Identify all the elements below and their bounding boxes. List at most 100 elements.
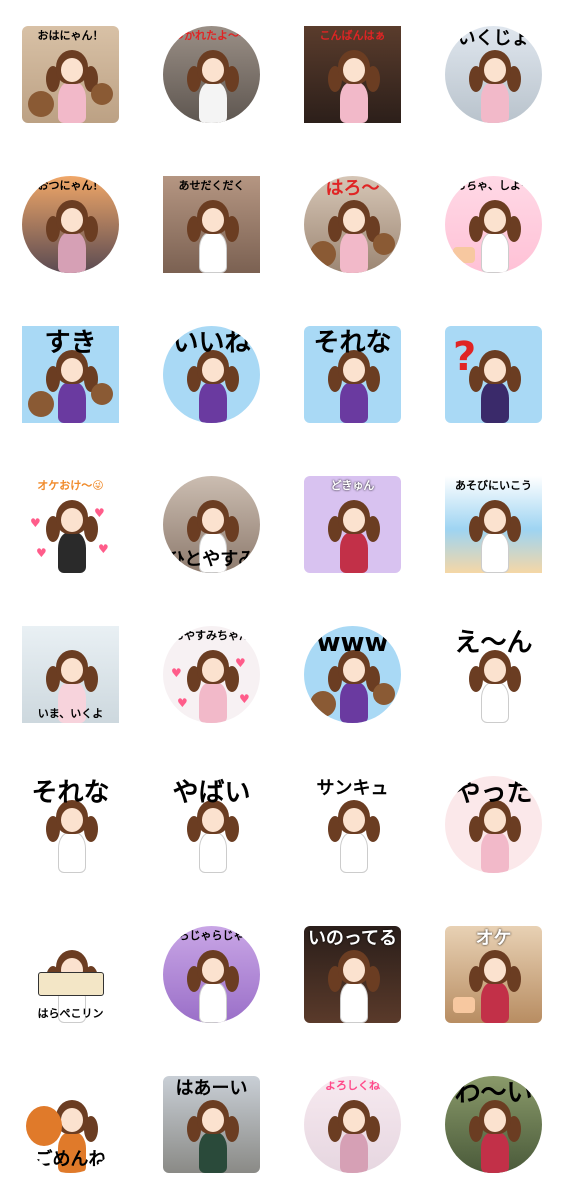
- cake-icon: [453, 247, 475, 263]
- cake-icon: [453, 997, 475, 1013]
- sticker-thumbnail[interactable]: やった: [445, 776, 542, 873]
- face: [61, 808, 83, 832]
- bear-icon: [28, 391, 54, 417]
- sticker-thumbnail[interactable]: それな: [304, 326, 401, 423]
- sticker-thumbnail[interactable]: ♥ ♥ ♥ ♥ おやすみちゃん: [163, 626, 260, 723]
- sticker-thumbnail[interactable]: あそびにいこう: [445, 476, 542, 573]
- girl-character: [46, 50, 98, 123]
- outfit: [58, 82, 86, 123]
- outfit: [199, 982, 227, 1023]
- face: [61, 508, 83, 532]
- girl-character: [187, 650, 239, 723]
- heart-icon: ♥: [94, 506, 105, 520]
- bear-icon: [91, 383, 113, 405]
- girl-character: [46, 350, 98, 423]
- sticker-thumbnail[interactable]: www: [304, 626, 401, 723]
- face: [61, 1108, 83, 1132]
- sticker-caption: やばい: [172, 778, 251, 808]
- girl-character: [187, 1100, 239, 1173]
- face: [202, 358, 224, 382]
- girl-character: [46, 500, 98, 573]
- outfit: [340, 982, 368, 1023]
- outfit: [340, 1132, 368, 1173]
- heart-icon: ♥: [30, 516, 41, 530]
- sticker-caption: やった: [454, 778, 533, 808]
- sticker-caption: www: [316, 628, 389, 658]
- sticker-caption: サンキュ: [316, 778, 389, 799]
- sticker-caption: おつにゃん！: [37, 179, 104, 192]
- sticker-thumbnail[interactable]: それな: [22, 776, 119, 873]
- girl-character: [328, 650, 380, 723]
- girl-character: [46, 200, 98, 273]
- outfit: [58, 232, 86, 273]
- sticker-thumbnail[interactable]: いま、いくよ: [22, 626, 119, 723]
- sticker-thumbnail[interactable]: らじゃらじゃ: [163, 926, 260, 1023]
- sticker-caption: え〜ん: [454, 628, 533, 658]
- sticker-caption: あせだくだく: [178, 179, 245, 192]
- girl-character: [469, 350, 521, 423]
- sticker-caption: オケ: [475, 928, 512, 949]
- outfit: [340, 532, 368, 573]
- sticker-caption: つかれたよ〜〜: [173, 29, 250, 42]
- sticker-thumbnail[interactable]: オケ: [445, 926, 542, 1023]
- face: [484, 658, 506, 682]
- sticker-thumbnail[interactable]: こんばんはぁ: [304, 26, 401, 123]
- sticker-thumbnail[interactable]: え〜ん: [445, 626, 542, 723]
- bear-icon: [310, 241, 336, 267]
- sticker-thumbnail[interactable]: いいね: [163, 326, 260, 423]
- sticker-thumbnail[interactable]: ごめんね: [22, 1076, 119, 1173]
- girl-character: [328, 200, 380, 273]
- girl-character: [469, 950, 521, 1023]
- face: [202, 958, 224, 982]
- face: [202, 208, 224, 232]
- face: [484, 1108, 506, 1132]
- sticker-thumbnail[interactable]: すき: [22, 326, 119, 423]
- rice-ball-icon: [38, 972, 104, 996]
- sticker-thumbnail[interactable]: ひとやすみ: [163, 476, 260, 573]
- sticker-caption: はらぺこリン: [37, 1007, 104, 1020]
- outfit: [481, 682, 509, 723]
- sticker-thumbnail[interactable]: サンキュ: [304, 776, 401, 873]
- face: [202, 508, 224, 532]
- outfit: [58, 532, 86, 573]
- heart-icon: ♥: [239, 692, 250, 706]
- question-mark-icon: ?: [453, 334, 477, 380]
- outfit: [199, 682, 227, 723]
- sticker-thumbnail[interactable]: ?: [445, 326, 542, 423]
- sticker-thumbnail[interactable]: わ〜い: [445, 1076, 542, 1173]
- sticker-thumbnail[interactable]: いのってる: [304, 926, 401, 1023]
- outfit: [340, 82, 368, 123]
- sticker-caption: わ〜い: [454, 1078, 533, 1108]
- girl-character: [46, 800, 98, 873]
- sticker-thumbnail[interactable]: どきゅん: [304, 476, 401, 573]
- sticker-caption: オケおけ〜😜: [37, 479, 104, 492]
- outfit: [481, 532, 509, 573]
- girl-character: [187, 950, 239, 1023]
- sticker-thumbnail[interactable]: おちゃ、しよー: [445, 176, 542, 273]
- heart-icon: ♥: [235, 656, 246, 670]
- outfit: [481, 82, 509, 123]
- sticker-thumbnail[interactable]: はらぺこリン: [22, 926, 119, 1023]
- outfit: [481, 1132, 509, 1173]
- face: [61, 358, 83, 382]
- sticker-thumbnail[interactable]: はあーい: [163, 1076, 260, 1173]
- sticker-thumbnail[interactable]: はろ〜: [304, 176, 401, 273]
- face: [484, 358, 506, 382]
- sticker-thumbnail[interactable]: ♥ ♥ ♥ ♥ オケおけ〜😜: [22, 476, 119, 573]
- girl-character: [469, 200, 521, 273]
- sticker-thumbnail[interactable]: いくじょ: [445, 26, 542, 123]
- sticker-thumbnail[interactable]: おはにゃん！: [22, 26, 119, 123]
- sticker-thumbnail[interactable]: おつにゃん！: [22, 176, 119, 273]
- sticker-thumbnail[interactable]: やばい: [163, 776, 260, 873]
- sticker-thumbnail[interactable]: よろしくね: [304, 1076, 401, 1173]
- sticker-thumbnail[interactable]: あせだくだく: [163, 176, 260, 273]
- sticker-thumbnail[interactable]: つかれたよ〜〜: [163, 26, 260, 123]
- girl-character: [469, 650, 521, 723]
- sticker-caption: あそびにいこう: [455, 479, 532, 492]
- sticker-caption: いくじょ: [457, 28, 530, 49]
- sticker-caption: こんばんはぁ: [319, 29, 386, 42]
- face: [343, 1108, 365, 1132]
- sticker-caption: おはにゃん！: [37, 29, 104, 42]
- bear-icon: [373, 233, 395, 255]
- outfit: [340, 232, 368, 273]
